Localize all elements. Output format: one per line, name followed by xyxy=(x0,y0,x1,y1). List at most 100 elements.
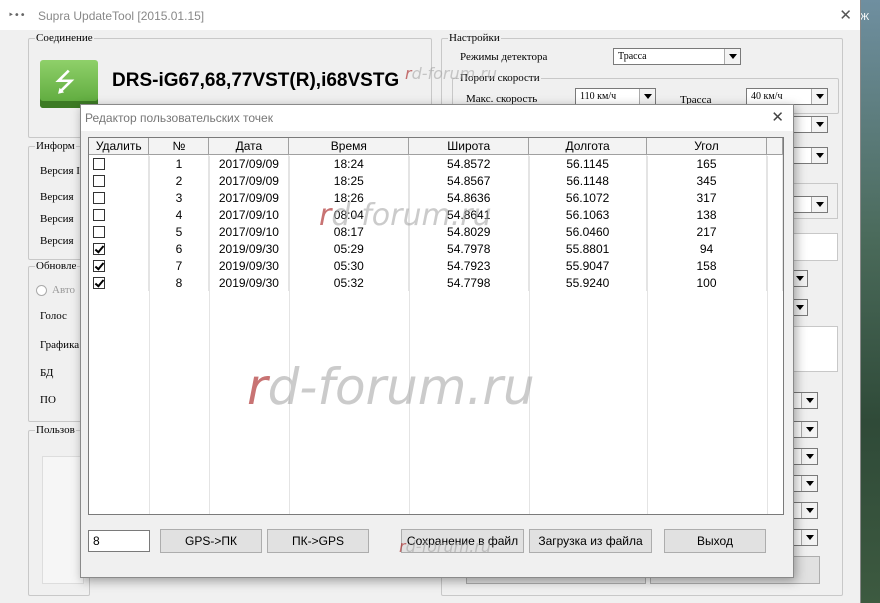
cell-angle: 94 xyxy=(646,240,767,257)
settings-select-10[interactable] xyxy=(792,502,818,519)
chevron-down-icon xyxy=(801,449,817,464)
table-row[interactable]: 2 2017/09/09 18:25 54.8567 56.1148 345 xyxy=(89,172,783,189)
points-table: Удалить № Дата Время Широта Долгота Угол… xyxy=(88,137,784,515)
cell-filler xyxy=(766,189,783,206)
settings-select-3[interactable] xyxy=(792,196,828,213)
cell-number: 2 xyxy=(148,172,210,189)
settings-select-2[interactable] xyxy=(792,147,828,164)
table-row[interactable]: 7 2019/09/30 05:30 54.7923 55.9047 158 xyxy=(89,257,783,274)
cell-time: 08:17 xyxy=(288,223,410,240)
gps-to-pc-button[interactable]: GPS->ПК xyxy=(160,529,262,553)
col-header-longitude[interactable]: Долгота xyxy=(528,138,648,155)
col-header-latitude[interactable]: Широта xyxy=(408,138,530,155)
cell-filler xyxy=(766,240,783,257)
delete-checkbox[interactable] xyxy=(93,158,105,171)
delete-checkbox[interactable] xyxy=(93,175,105,188)
settings-select-8[interactable] xyxy=(792,448,818,465)
highway-speed-value: 40 км/ч xyxy=(751,91,783,102)
cell-latitude: 54.8636 xyxy=(408,189,530,206)
connection-legend: Соединение xyxy=(36,32,93,44)
auto-radio[interactable] xyxy=(36,285,47,296)
cell-latitude: 54.7798 xyxy=(408,274,530,291)
info-legend: Информ xyxy=(36,140,75,152)
updates-legend: Обновле xyxy=(36,260,77,272)
cell-angle: 100 xyxy=(646,274,767,291)
cell-latitude: 54.8029 xyxy=(408,223,530,240)
grid-line xyxy=(767,156,768,514)
save-to-file-button[interactable]: Сохранение в файл xyxy=(401,529,524,553)
cell-number: 7 xyxy=(148,257,210,274)
chevron-down-icon xyxy=(801,393,817,408)
max-speed-select[interactable]: 110 км/ч xyxy=(575,88,656,105)
cell-delete xyxy=(89,154,150,172)
chevron-down-icon xyxy=(801,530,817,545)
info-row-2: Версия xyxy=(40,191,74,203)
settings-select-6[interactable] xyxy=(792,392,818,409)
delete-checkbox[interactable] xyxy=(93,277,105,290)
chevron-down-icon xyxy=(811,89,827,104)
desktop-icon-label: Ж xyxy=(860,12,870,23)
update-graphics-label: Графика xyxy=(40,339,80,351)
cell-longitude: 55.8801 xyxy=(528,240,648,257)
grid-line xyxy=(149,156,150,514)
cell-date: 2019/09/30 xyxy=(208,240,290,257)
info-row-1: Версия I xyxy=(40,165,80,177)
delete-checkbox[interactable] xyxy=(93,192,105,205)
points-table-body: 1 2017/09/09 18:24 54.8572 56.1145 165 2 2017/0… xyxy=(89,154,783,291)
col-header-time[interactable]: Время xyxy=(288,138,410,155)
cell-date: 2017/09/09 xyxy=(208,189,290,206)
load-from-file-button[interactable]: Загрузка из файла xyxy=(529,529,652,553)
cell-delete xyxy=(89,257,150,274)
settings-select-9[interactable] xyxy=(792,475,818,492)
cell-number: 6 xyxy=(148,240,210,257)
table-row[interactable]: 5 2017/09/10 08:17 54.8029 56.0460 217 xyxy=(89,223,783,240)
col-header-delete[interactable]: Удалить xyxy=(89,138,150,155)
update-fw-label: ПО xyxy=(40,394,56,406)
delete-checkbox[interactable] xyxy=(93,260,105,273)
detector-mode-select[interactable]: Трасса xyxy=(613,48,741,65)
cell-longitude: 56.1072 xyxy=(528,189,648,206)
grid-line xyxy=(289,156,290,514)
table-row[interactable]: 4 2017/09/10 08:04 54.8641 56.1063 138 xyxy=(89,206,783,223)
table-row[interactable]: 1 2017/09/09 18:24 54.8572 56.1145 165 xyxy=(89,154,783,172)
settings-select-11[interactable] xyxy=(792,529,818,546)
cell-number: 8 xyxy=(148,274,210,291)
cell-time: 05:32 xyxy=(288,274,410,291)
settings-field-1[interactable] xyxy=(792,233,838,261)
auto-label: Авто xyxy=(52,284,76,296)
table-row[interactable]: 3 2017/09/09 18:26 54.8636 56.1072 317 xyxy=(89,189,783,206)
settings-select-5[interactable] xyxy=(791,299,808,316)
cell-latitude: 54.7923 xyxy=(408,257,530,274)
settings-select-7[interactable] xyxy=(792,421,818,438)
highway-speed-select[interactable]: 40 км/ч xyxy=(746,88,828,105)
chevron-down-icon xyxy=(801,422,817,437)
close-icon[interactable]: ✕ xyxy=(771,108,784,126)
cell-longitude: 55.9240 xyxy=(528,274,648,291)
cell-time: 18:24 xyxy=(288,154,410,172)
cell-latitude: 54.8572 xyxy=(408,154,530,172)
cell-date: 2017/09/10 xyxy=(208,223,290,240)
cell-angle: 165 xyxy=(646,154,767,172)
table-row[interactable]: 8 2019/09/30 05:32 54.7798 55.9240 100 xyxy=(89,274,783,291)
table-row[interactable]: 6 2019/09/30 05:29 54.7978 55.8801 94 xyxy=(89,240,783,257)
dialog-title: Редактор пользовательских точек xyxy=(85,111,273,125)
delete-checkbox[interactable] xyxy=(93,243,105,256)
cell-filler xyxy=(766,206,783,223)
settings-field-2[interactable] xyxy=(792,326,838,372)
point-count-input[interactable]: 8 xyxy=(88,530,150,552)
col-header-number[interactable]: № xyxy=(148,138,210,155)
title-bar: ‣•• Supra UpdateTool [2015.01.15] ✕ xyxy=(0,0,860,30)
pc-to-gps-button[interactable]: ПК->GPS xyxy=(267,529,369,553)
col-header-angle[interactable]: Угол xyxy=(646,138,767,155)
info-row-4: Версия xyxy=(40,235,74,247)
exit-button[interactable]: Выход xyxy=(664,529,766,553)
settings-select-4[interactable] xyxy=(791,270,808,287)
delete-checkbox[interactable] xyxy=(93,226,105,239)
grid-line xyxy=(409,156,410,514)
close-icon[interactable]: ✕ xyxy=(839,6,852,24)
delete-checkbox[interactable] xyxy=(93,209,105,222)
settings-select-1[interactable] xyxy=(792,116,828,133)
cell-delete xyxy=(89,206,150,223)
window-title: Supra UpdateTool [2015.01.15] xyxy=(38,9,205,23)
col-header-date[interactable]: Дата xyxy=(208,138,290,155)
